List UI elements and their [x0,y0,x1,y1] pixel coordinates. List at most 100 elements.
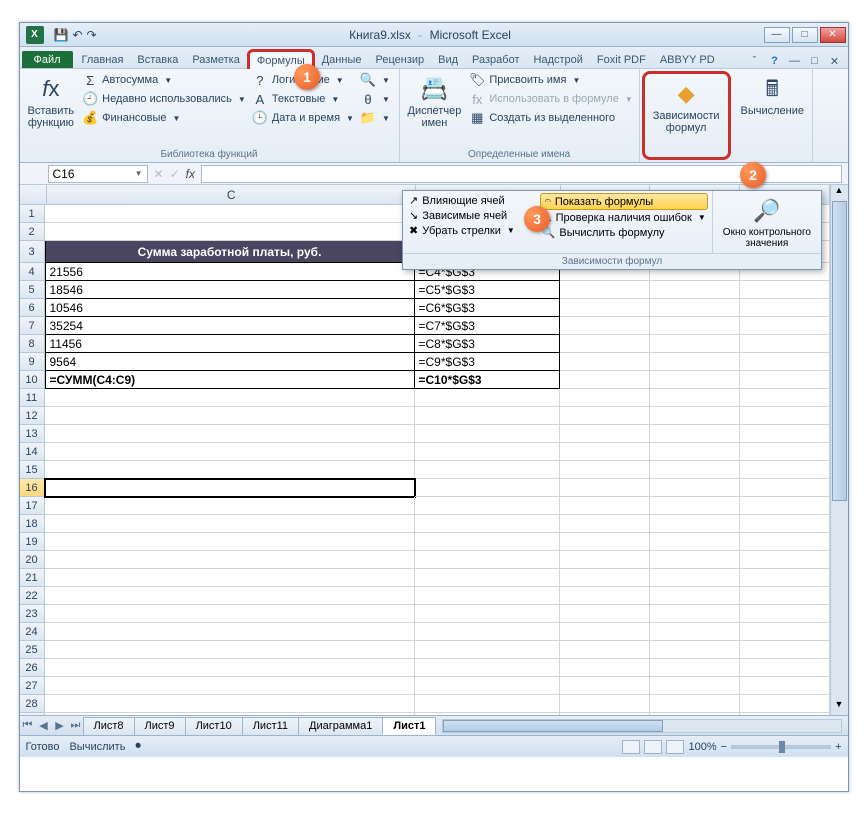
tab-insert[interactable]: Вставка [130,51,185,68]
cell[interactable] [560,407,650,425]
doc-min-icon[interactable]: — [788,54,802,68]
cell[interactable] [560,695,650,713]
lookup-button[interactable]: 🔍▼ [358,71,392,89]
cell[interactable] [415,677,560,695]
cell[interactable] [650,317,740,335]
cell[interactable] [415,515,560,533]
scroll-down-icon[interactable]: ▼ [831,699,848,715]
remove-arrows-button[interactable]: ✖Убрать стрелки▼ [407,223,532,238]
calculation-button[interactable]: 🖩 Вычисление [737,71,809,119]
tab-data[interactable]: Данные [315,51,369,68]
cell[interactable] [415,587,560,605]
horizontal-scrollbar[interactable] [442,719,841,733]
cell[interactable] [650,623,740,641]
tab-home[interactable]: Главная [75,51,131,68]
cell[interactable] [560,551,650,569]
cell[interactable] [415,641,560,659]
cell[interactable] [740,281,830,299]
cell[interactable] [560,497,650,515]
cell[interactable]: =C10*$G$3 [415,371,560,389]
cell[interactable] [560,461,650,479]
cell[interactable] [650,515,740,533]
row-header[interactable]: 25 [20,641,45,659]
cell[interactable] [45,479,415,497]
row-header[interactable]: 3 [20,241,45,263]
cell[interactable] [45,407,415,425]
cell[interactable] [650,443,740,461]
fx-label-icon[interactable]: fx [186,167,195,181]
cell[interactable] [45,695,415,713]
macro-record-icon[interactable]: ⏺ [135,740,141,753]
row-header[interactable]: 18 [20,515,45,533]
cell[interactable] [740,605,830,623]
maximize-button[interactable]: □ [792,27,818,43]
cell[interactable] [45,569,415,587]
math-button[interactable]: θ▼ [358,90,392,108]
cell[interactable] [45,205,415,223]
close-button[interactable]: ✕ [820,27,846,43]
row-header[interactable]: 5 [20,281,45,299]
cell[interactable]: 18546 [45,281,415,299]
sheet-tab[interactable]: Лист1 [382,717,436,735]
zoom-in-icon[interactable]: + [835,741,841,753]
cell[interactable] [415,605,560,623]
cell[interactable] [740,299,830,317]
cell[interactable] [650,299,740,317]
cell[interactable] [740,425,830,443]
more-fn-button[interactable]: 📁▼ [358,109,392,127]
row-header[interactable]: 11 [20,389,45,407]
view-normal-button[interactable] [622,740,640,754]
cell[interactable] [650,479,740,497]
show-formulas-button[interactable]: 𝄐Показать формулы [540,193,708,210]
insert-function-button[interactable]: fx Вставить функцию [24,71,79,131]
cell[interactable] [45,623,415,641]
cell[interactable] [650,641,740,659]
cell[interactable] [45,659,415,677]
tab-review[interactable]: Рецензир [368,51,431,68]
cell[interactable] [740,641,830,659]
cell[interactable] [45,587,415,605]
cell[interactable] [560,479,650,497]
trace-precedents-button[interactable]: ↗Влияющие ячей [407,193,532,208]
sheet-tab[interactable]: Лист9 [134,717,186,735]
cell[interactable] [650,353,740,371]
cell[interactable] [45,515,415,533]
name-box[interactable]: C16 ▼ [48,165,148,183]
recent-button[interactable]: 🕘Недавно использовались▼ [80,90,248,108]
cell[interactable] [740,497,830,515]
doc-restore-icon[interactable]: □ [808,54,822,68]
cell[interactable] [740,533,830,551]
zoom-knob[interactable] [779,741,785,753]
cell[interactable] [415,713,560,715]
cell[interactable] [560,299,650,317]
row-header[interactable]: 26 [20,659,45,677]
cell[interactable] [740,713,830,715]
view-pagebreak-button[interactable] [666,740,684,754]
row-header[interactable]: 29 [20,713,45,715]
cell[interactable] [650,461,740,479]
row-header[interactable]: 8 [20,335,45,353]
row-header[interactable]: 2 [20,223,45,241]
qat-redo-icon[interactable]: ↷ [87,28,97,42]
cell[interactable] [650,407,740,425]
cell[interactable] [560,353,650,371]
help-icon[interactable]: ? [768,54,782,68]
row-header[interactable]: 17 [20,497,45,515]
cell[interactable] [45,533,415,551]
cell[interactable] [415,695,560,713]
cell[interactable] [415,389,560,407]
vertical-scrollbar[interactable]: ▲ ▼ [830,185,848,715]
row-header[interactable]: 21 [20,569,45,587]
doc-close-icon[interactable]: ✕ [828,54,842,68]
zoom-slider[interactable] [731,745,831,749]
cell[interactable] [415,425,560,443]
sheet-nav-next-icon[interactable]: ▶ [52,719,68,732]
cell[interactable] [560,335,650,353]
cell[interactable] [560,587,650,605]
cell[interactable] [650,389,740,407]
scroll-track[interactable] [831,201,848,699]
cell[interactable] [740,479,830,497]
cell[interactable] [45,443,415,461]
sheet-tab[interactable]: Диаграмма1 [298,717,383,735]
cell[interactable]: =C9*$G$3 [415,353,560,371]
